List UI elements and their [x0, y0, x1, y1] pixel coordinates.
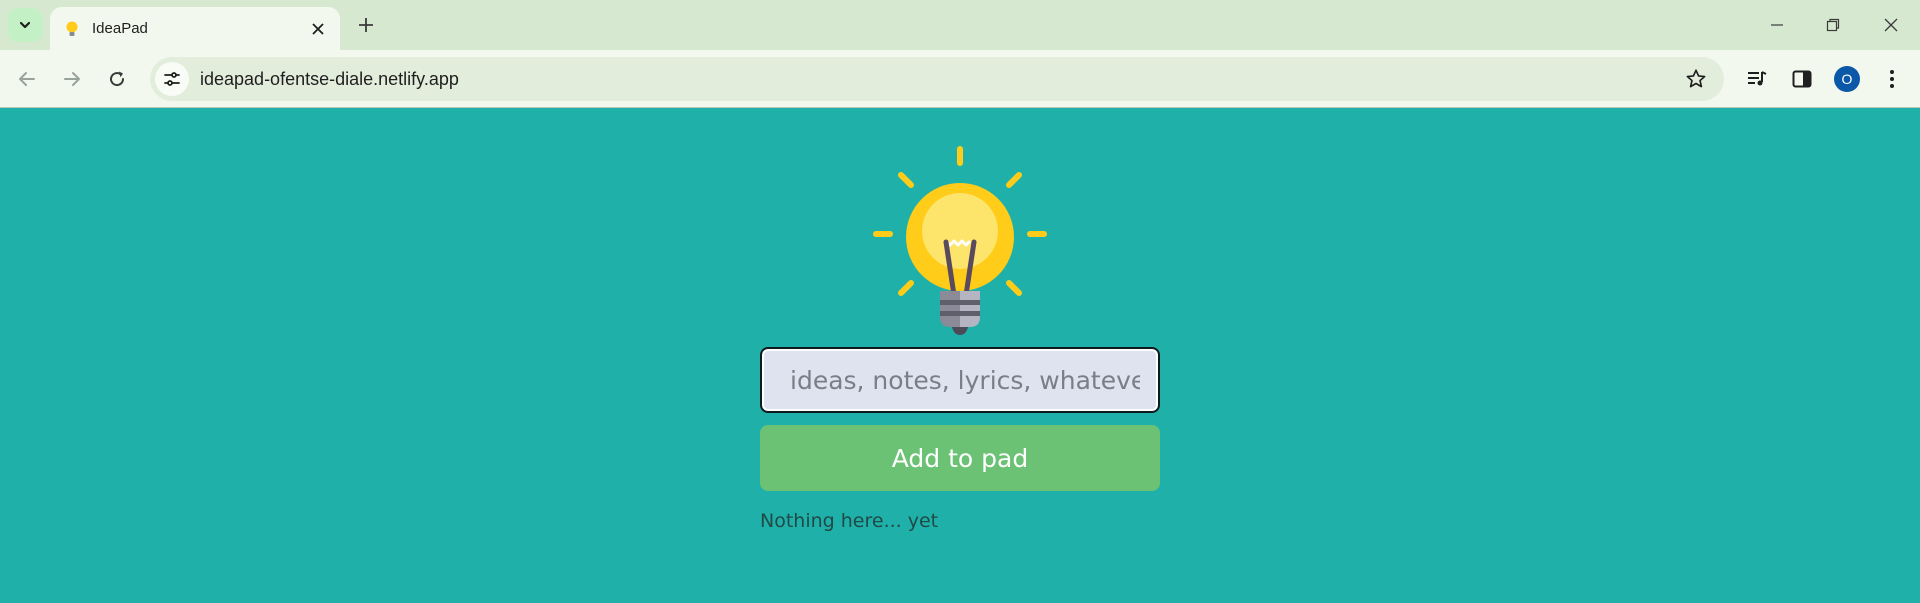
- site-settings-icon: [164, 72, 180, 86]
- star-icon: [1686, 69, 1706, 88]
- close-window-button[interactable]: [1866, 0, 1916, 50]
- tab-title: IdeaPad: [92, 20, 148, 37]
- browser-tab-active[interactable]: IdeaPad: [50, 7, 340, 50]
- close-icon: [312, 22, 324, 35]
- site-info-button[interactable]: [155, 62, 189, 96]
- url-text[interactable]: ideapad-ofentse-diale.netlify.app: [200, 69, 1676, 90]
- side-panel-button[interactable]: [1782, 59, 1822, 99]
- bookmark-button[interactable]: [1676, 59, 1716, 99]
- plus-icon: [359, 18, 373, 32]
- browser-toolbar: ideapad-ofentse-diale.netlify.app O: [0, 50, 1920, 108]
- arrow-left-icon: [19, 72, 35, 86]
- new-tab-button[interactable]: [350, 9, 382, 41]
- media-controls-icon: [1748, 71, 1767, 86]
- arrow-right-icon: [64, 72, 80, 86]
- address-bar[interactable]: ideapad-ofentse-diale.netlify.app: [150, 57, 1724, 101]
- close-icon: [1884, 18, 1898, 32]
- restore-button[interactable]: [1808, 0, 1858, 50]
- reload-button[interactable]: [97, 59, 137, 99]
- chevron-down-icon: [19, 21, 31, 29]
- avatar: O: [1834, 66, 1860, 92]
- back-button[interactable]: [7, 59, 47, 99]
- minimize-icon: [1771, 24, 1783, 26]
- reload-icon: [110, 71, 125, 87]
- lightbulb-icon: [873, 146, 1047, 335]
- tab-strip: IdeaPad: [0, 0, 1920, 50]
- profile-button[interactable]: O: [1827, 59, 1867, 99]
- tab-close-button[interactable]: [304, 15, 332, 43]
- empty-state-message: Nothing here... yet: [760, 510, 939, 532]
- tab-search-button[interactable]: [8, 8, 42, 42]
- lightbulb-favicon-icon: [62, 19, 82, 39]
- idea-input[interactable]: [760, 347, 1160, 413]
- minimize-button[interactable]: [1752, 0, 1802, 50]
- browser-menu-button[interactable]: [1872, 59, 1912, 99]
- media-controls-button[interactable]: [1737, 59, 1777, 99]
- add-to-pad-button[interactable]: Add to pad: [760, 425, 1160, 491]
- kebab-menu-icon: [1890, 70, 1894, 88]
- forward-button[interactable]: [52, 59, 92, 99]
- restore-icon: [1826, 18, 1840, 32]
- side-panel-icon: [1792, 70, 1812, 88]
